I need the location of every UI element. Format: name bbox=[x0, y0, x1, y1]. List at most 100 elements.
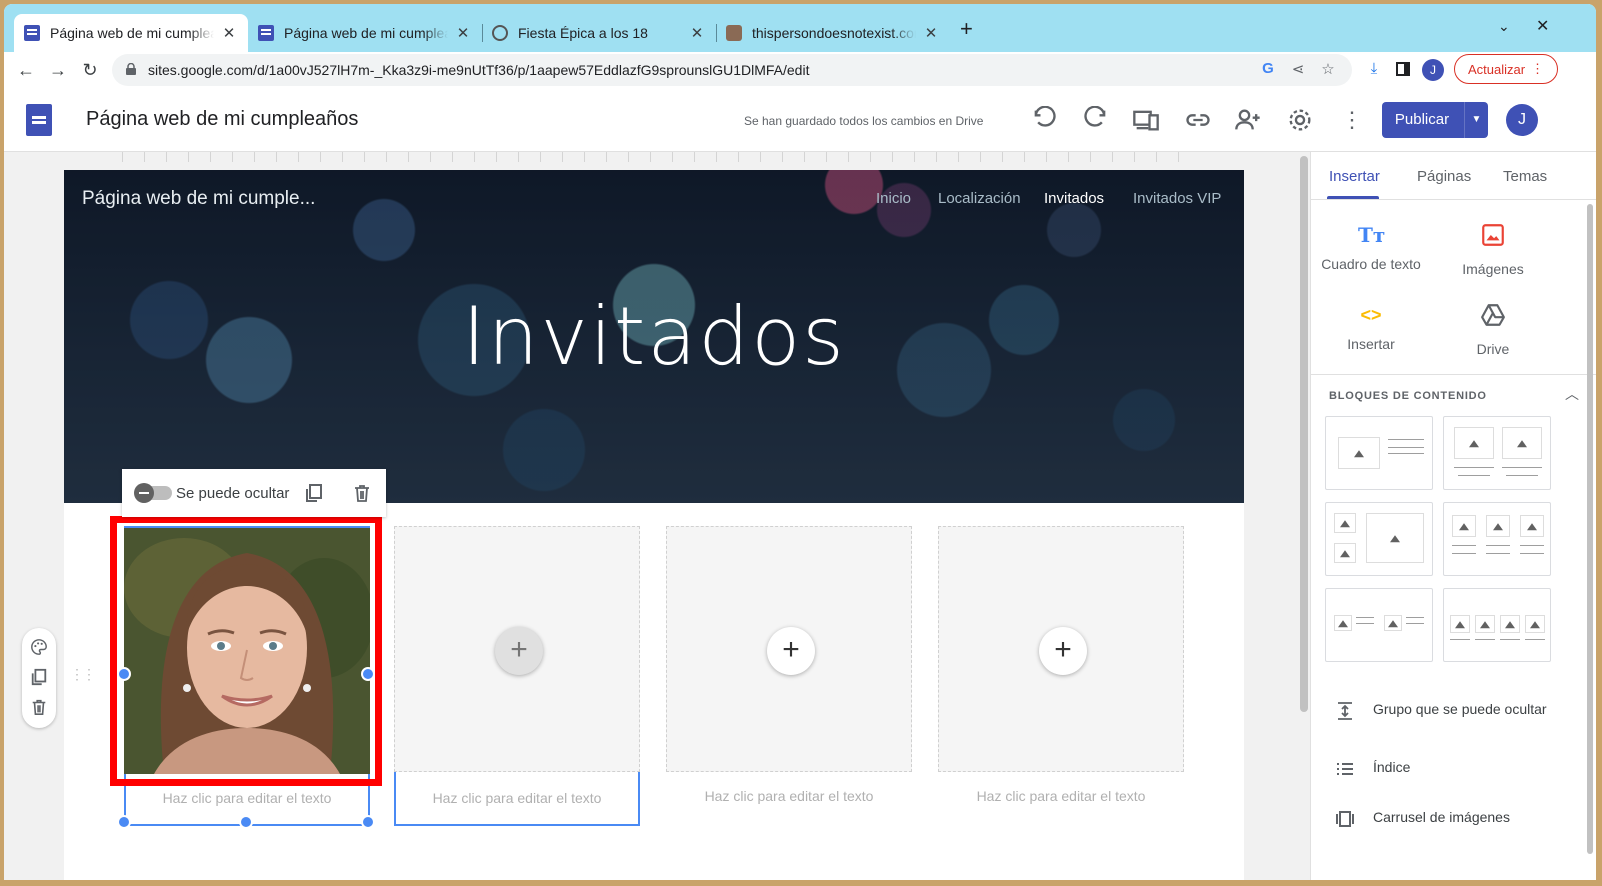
mini-image-icon bbox=[1475, 615, 1495, 633]
more-vert-icon[interactable]: ⋮ bbox=[1338, 106, 1366, 134]
add-image-icon[interactable]: + bbox=[1039, 627, 1087, 675]
image-placeholder[interactable]: + bbox=[394, 526, 640, 772]
tab-insertar[interactable]: Insertar bbox=[1329, 168, 1380, 185]
insert-table-of-contents[interactable]: Índice bbox=[1335, 758, 1553, 779]
insert-drive-label: Drive bbox=[1476, 341, 1510, 357]
nav-link-inicio[interactable]: Inicio bbox=[876, 190, 911, 207]
mini-image-icon bbox=[1450, 615, 1470, 633]
sites-header: Página web de mi cumpleaños Se han guard… bbox=[4, 88, 1596, 152]
image-placeholder-card[interactable]: + Haz clic para editar el texto bbox=[666, 526, 912, 826]
image-carousel-icon bbox=[1336, 811, 1354, 827]
nav-link-localizacion[interactable]: Localización bbox=[938, 190, 1021, 207]
insert-text-box-label: Cuadro de texto bbox=[1321, 256, 1421, 272]
duplicate-section-icon[interactable] bbox=[30, 668, 48, 686]
tab-temas[interactable]: Temas bbox=[1503, 168, 1547, 185]
add-image-icon[interactable]: + bbox=[495, 627, 543, 675]
side-panel-icon[interactable] bbox=[1396, 62, 1410, 76]
undo-icon[interactable] bbox=[1030, 106, 1058, 134]
mini-line bbox=[1452, 545, 1476, 546]
close-tab-icon[interactable]: ✕ bbox=[454, 24, 472, 42]
insert-drive[interactable]: Drive bbox=[1433, 302, 1553, 357]
insert-images[interactable]: Imágenes bbox=[1433, 222, 1553, 277]
duplicate-icon[interactable] bbox=[304, 483, 324, 503]
hero-banner[interactable]: Página web de mi cumple... Inicio Locali… bbox=[64, 170, 1244, 503]
insert-text-box[interactable]: Tт Cuadro de texto bbox=[1311, 222, 1431, 272]
caption-placeholder[interactable]: Haz clic para editar el texto bbox=[394, 790, 640, 806]
tab-2[interactable]: Página web de mi cumpleaños ✕ bbox=[248, 14, 482, 52]
content-block-image-text-pairs[interactable] bbox=[1325, 588, 1433, 662]
site-name[interactable]: Página web de mi cumple... bbox=[82, 188, 315, 210]
collapsible-group-label: Grupo que se puede ocultar bbox=[1373, 701, 1547, 717]
caption-placeholder[interactable]: Haz clic para editar el texto bbox=[938, 788, 1184, 804]
insert-image-carousel[interactable]: Carrusel de imágenes bbox=[1335, 808, 1553, 829]
drag-handle-icon[interactable]: ⋮⋮ bbox=[70, 666, 96, 683]
profile-avatar[interactable]: J bbox=[1422, 59, 1444, 81]
image-placeholder[interactable]: + bbox=[666, 526, 912, 772]
mini-line bbox=[1450, 639, 1470, 640]
tab-4[interactable]: thispersondoesnotexist.com ✕ bbox=[716, 14, 950, 52]
tab-search-chevron-icon[interactable]: ⌄ bbox=[1498, 18, 1510, 35]
mini-image-icon bbox=[1452, 515, 1476, 537]
content-block-image-grid[interactable] bbox=[1325, 502, 1433, 576]
hero-title[interactable]: Invitados bbox=[64, 290, 1244, 383]
collapsible-toggle[interactable] bbox=[134, 483, 172, 503]
content-block-three-images[interactable] bbox=[1443, 502, 1551, 576]
tab-3[interactable]: Fiesta Épica a los 18 ✕ bbox=[482, 14, 716, 52]
update-button[interactable]: Actualizar ⋮ bbox=[1454, 54, 1558, 84]
caption-placeholder[interactable]: Haz clic para editar el texto bbox=[126, 790, 368, 806]
content-block-image-text[interactable] bbox=[1325, 416, 1433, 490]
document-title[interactable]: Página web de mi cumpleaños bbox=[86, 108, 358, 131]
new-tab-icon[interactable]: + bbox=[960, 16, 973, 42]
canvas-scrollbar[interactable] bbox=[1300, 156, 1308, 712]
add-image-icon[interactable]: + bbox=[767, 627, 815, 675]
resize-handle-bottom[interactable] bbox=[239, 815, 253, 829]
tab-title: Fiesta Épica a los 18 bbox=[518, 25, 648, 41]
image-placeholder-card[interactable]: + Haz clic para editar el texto bbox=[394, 526, 640, 826]
google-translate-icon[interactable]: G bbox=[1258, 60, 1278, 77]
image-placeholder-card[interactable]: + Haz clic para editar el texto bbox=[938, 526, 1184, 826]
close-tab-icon[interactable]: ✕ bbox=[220, 24, 238, 42]
content-block-two-images[interactable] bbox=[1443, 416, 1551, 490]
resize-handle-bottom-left[interactable] bbox=[117, 815, 131, 829]
image-placeholder[interactable]: + bbox=[938, 526, 1184, 772]
bookmark-star-icon[interactable]: ☆ bbox=[1318, 60, 1338, 78]
delete-icon[interactable] bbox=[352, 483, 372, 503]
forward-icon[interactable]: → bbox=[46, 58, 70, 82]
reload-icon[interactable]: ↻ bbox=[78, 58, 102, 82]
close-tab-icon[interactable]: ✕ bbox=[688, 24, 706, 42]
mini-line bbox=[1500, 639, 1520, 640]
google-sites-logo-icon[interactable] bbox=[26, 104, 52, 136]
settings-gear-icon[interactable] bbox=[1286, 106, 1314, 134]
publish-button[interactable]: Publicar ▼ bbox=[1382, 102, 1488, 138]
mini-line bbox=[1506, 475, 1538, 476]
content-block-four-images[interactable] bbox=[1443, 588, 1551, 662]
close-tab-icon[interactable]: ✕ bbox=[922, 24, 940, 42]
nav-link-invitados[interactable]: Invitados bbox=[1044, 190, 1104, 207]
tab-paginas[interactable]: Páginas bbox=[1417, 168, 1471, 185]
tab-1[interactable]: Página web de mi cumpleaños ✕ bbox=[14, 14, 248, 52]
mini-line bbox=[1525, 639, 1545, 640]
resize-handle-bottom-right[interactable] bbox=[361, 815, 375, 829]
caption-placeholder[interactable]: Haz clic para editar el texto bbox=[666, 788, 912, 804]
insert-collapsible-group[interactable]: Grupo que se puede ocultar bbox=[1335, 700, 1553, 721]
address-bar[interactable]: sites.google.com/d/1a00vJ527lH7m-_Kka3z9… bbox=[112, 54, 1352, 86]
nav-link-invitados-vip[interactable]: Invitados VIP bbox=[1133, 190, 1221, 207]
insert-embed[interactable]: <> Insertar bbox=[1311, 302, 1431, 352]
insert-images-label: Imágenes bbox=[1462, 261, 1524, 277]
chatgpt-icon bbox=[492, 25, 508, 41]
close-window-icon[interactable]: ✕ bbox=[1536, 16, 1549, 36]
collapse-chevron-icon[interactable]: ︿ bbox=[1565, 384, 1579, 404]
download-icon[interactable]: ⤓ bbox=[1364, 60, 1384, 77]
back-icon[interactable]: ← bbox=[14, 58, 38, 82]
redo-icon[interactable] bbox=[1082, 106, 1110, 134]
publish-options-caret-icon[interactable]: ▼ bbox=[1464, 102, 1488, 138]
share-icon[interactable]: ⋖ bbox=[1288, 60, 1308, 78]
account-avatar[interactable]: J bbox=[1506, 104, 1538, 136]
panel-scrollbar[interactable] bbox=[1587, 204, 1593, 854]
delete-section-icon[interactable] bbox=[30, 698, 48, 716]
more-vert-icon: ⋮ bbox=[1531, 61, 1545, 76]
palette-icon[interactable] bbox=[30, 638, 48, 656]
link-icon[interactable] bbox=[1184, 106, 1212, 134]
share-person-add-icon[interactable] bbox=[1234, 106, 1262, 134]
preview-devices-icon[interactable] bbox=[1132, 106, 1160, 134]
